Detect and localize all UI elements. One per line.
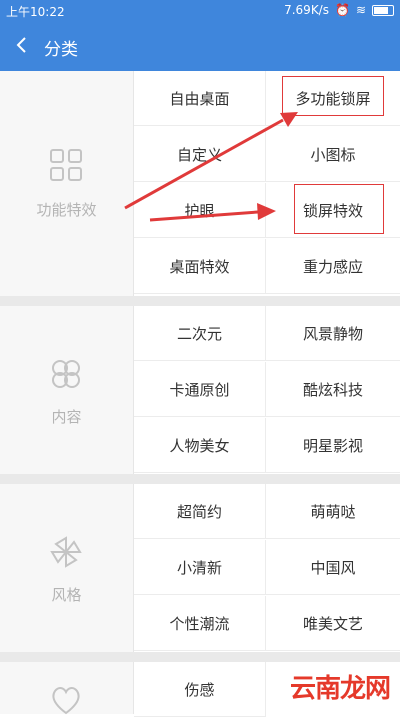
arrowhead xyxy=(257,203,276,220)
arrow-line xyxy=(124,118,284,210)
annotation-arrows xyxy=(124,112,298,222)
watermark: 云南龙网 xyxy=(289,674,391,704)
arrow-line xyxy=(149,210,259,222)
